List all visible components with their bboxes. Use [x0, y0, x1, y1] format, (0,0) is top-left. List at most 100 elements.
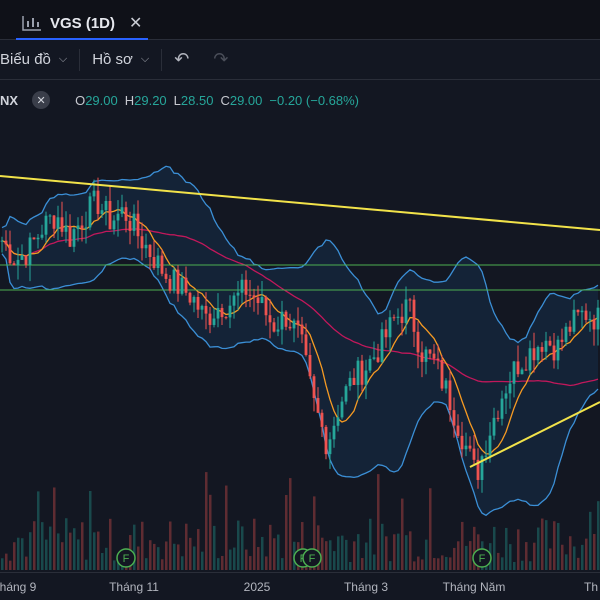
- volume-bar: [429, 488, 432, 570]
- volume-bar: [213, 525, 216, 570]
- volume-bar: [333, 551, 336, 570]
- volume-bar: [433, 557, 436, 570]
- candle-body: [400, 316, 404, 324]
- volume-bar: [61, 542, 64, 570]
- candle-body: [372, 357, 376, 359]
- candle-body: [352, 377, 356, 385]
- volume-bar: [545, 520, 548, 570]
- candle-body: [244, 279, 248, 295]
- volume-bar: [141, 521, 144, 570]
- volume-bar: [93, 532, 96, 570]
- volume-bar: [269, 524, 272, 570]
- volume-bar: [201, 551, 204, 570]
- event-marker-label: F: [309, 553, 316, 565]
- candle-body: [268, 315, 272, 323]
- candle-body: [104, 200, 108, 211]
- volume-bar: [329, 540, 332, 570]
- volume-bar: [273, 538, 276, 570]
- candle-body: [248, 294, 252, 296]
- candle-body: [308, 354, 312, 377]
- candle-body: [84, 227, 88, 229]
- volume-bar: [461, 521, 464, 570]
- candle-body: [420, 352, 424, 362]
- volume-bar: [153, 543, 156, 570]
- close-icon[interactable]: ✕: [129, 13, 142, 33]
- volume-bar: [357, 534, 360, 570]
- volume-bar: [497, 552, 500, 570]
- candle-body: [216, 307, 220, 319]
- volume-bar: [21, 538, 24, 570]
- volume-bar: [25, 556, 28, 570]
- volume-bar: [245, 549, 248, 570]
- candle-body: [168, 278, 172, 291]
- volume-bar: [41, 522, 44, 570]
- candle-body: [360, 360, 364, 385]
- volume-bar: [57, 533, 60, 570]
- volume-bar: [537, 527, 540, 570]
- candle-body: [552, 345, 556, 361]
- candle-body: [596, 307, 600, 330]
- redo-icon[interactable]: ↷: [201, 49, 240, 70]
- volume-bar: [53, 487, 56, 570]
- candle-body: [460, 435, 464, 450]
- volume-bar: [321, 537, 324, 570]
- candle-body: [504, 393, 508, 399]
- candle-body: [4, 240, 8, 245]
- volume-bar: [385, 536, 388, 570]
- x-tick-label: Tháng 11: [109, 580, 159, 594]
- profile-menu-button[interactable]: Hồ sơ ⌵: [80, 40, 161, 80]
- candle-body: [500, 398, 504, 419]
- candle-body: [256, 297, 260, 304]
- chart-menu-button[interactable]: Biểu đồ ⌵: [0, 40, 79, 80]
- volume-bar: [13, 542, 16, 570]
- volume-bar: [441, 555, 444, 570]
- volume-bar: [377, 474, 380, 570]
- volume-bar: [113, 560, 116, 570]
- tab-bar: VGS (1D) ✕: [0, 0, 600, 40]
- volume-bar: [365, 542, 368, 570]
- volume-bar: [257, 546, 260, 570]
- legend-symbol: NX: [0, 92, 19, 108]
- candle-body: [468, 445, 472, 449]
- volume-bar: [77, 539, 80, 570]
- candle-body: [580, 310, 584, 313]
- candle-body: [332, 425, 336, 440]
- candle-body: [540, 347, 544, 352]
- volume-bar: [37, 491, 40, 570]
- candle-body: [548, 340, 552, 346]
- candle-body: [516, 361, 520, 375]
- volume-bar: [229, 549, 232, 570]
- candle-body: [428, 349, 432, 354]
- volume-bar: [33, 521, 36, 570]
- candle-body: [444, 380, 448, 389]
- candle-body: [52, 215, 56, 229]
- candle-body: [336, 417, 340, 426]
- profile-menu-label: Hồ sơ: [92, 51, 133, 68]
- volume-bar: [505, 527, 508, 570]
- close-icon[interactable]: ✕: [32, 91, 51, 109]
- price-chart[interactable]: FFFF: [0, 112, 600, 572]
- chart-menu-label: Biểu đồ: [0, 51, 51, 68]
- volume-bar: [85, 559, 88, 570]
- candle-body: [172, 269, 176, 291]
- candle-body: [12, 263, 16, 266]
- candle-body: [324, 426, 328, 455]
- volume-bar: [529, 561, 532, 570]
- event-marker-label: F: [479, 553, 486, 565]
- volume-bar: [585, 538, 588, 570]
- chart-icon: [22, 16, 41, 31]
- candle-body: [408, 299, 412, 301]
- candle-body: [108, 200, 112, 230]
- undo-icon[interactable]: ↶: [162, 49, 201, 70]
- candle-body: [396, 316, 400, 318]
- volume-bar: [177, 544, 180, 570]
- close-label: C: [220, 92, 230, 108]
- low-value: 28.50: [180, 92, 214, 108]
- candle-body: [496, 417, 500, 419]
- candle-body: [16, 259, 20, 266]
- candle-body: [164, 273, 168, 279]
- tab-vgs[interactable]: VGS (1D) ✕: [16, 8, 149, 40]
- candle-body: [296, 320, 300, 325]
- volume-bar: [421, 559, 424, 570]
- candle-body: [524, 369, 528, 371]
